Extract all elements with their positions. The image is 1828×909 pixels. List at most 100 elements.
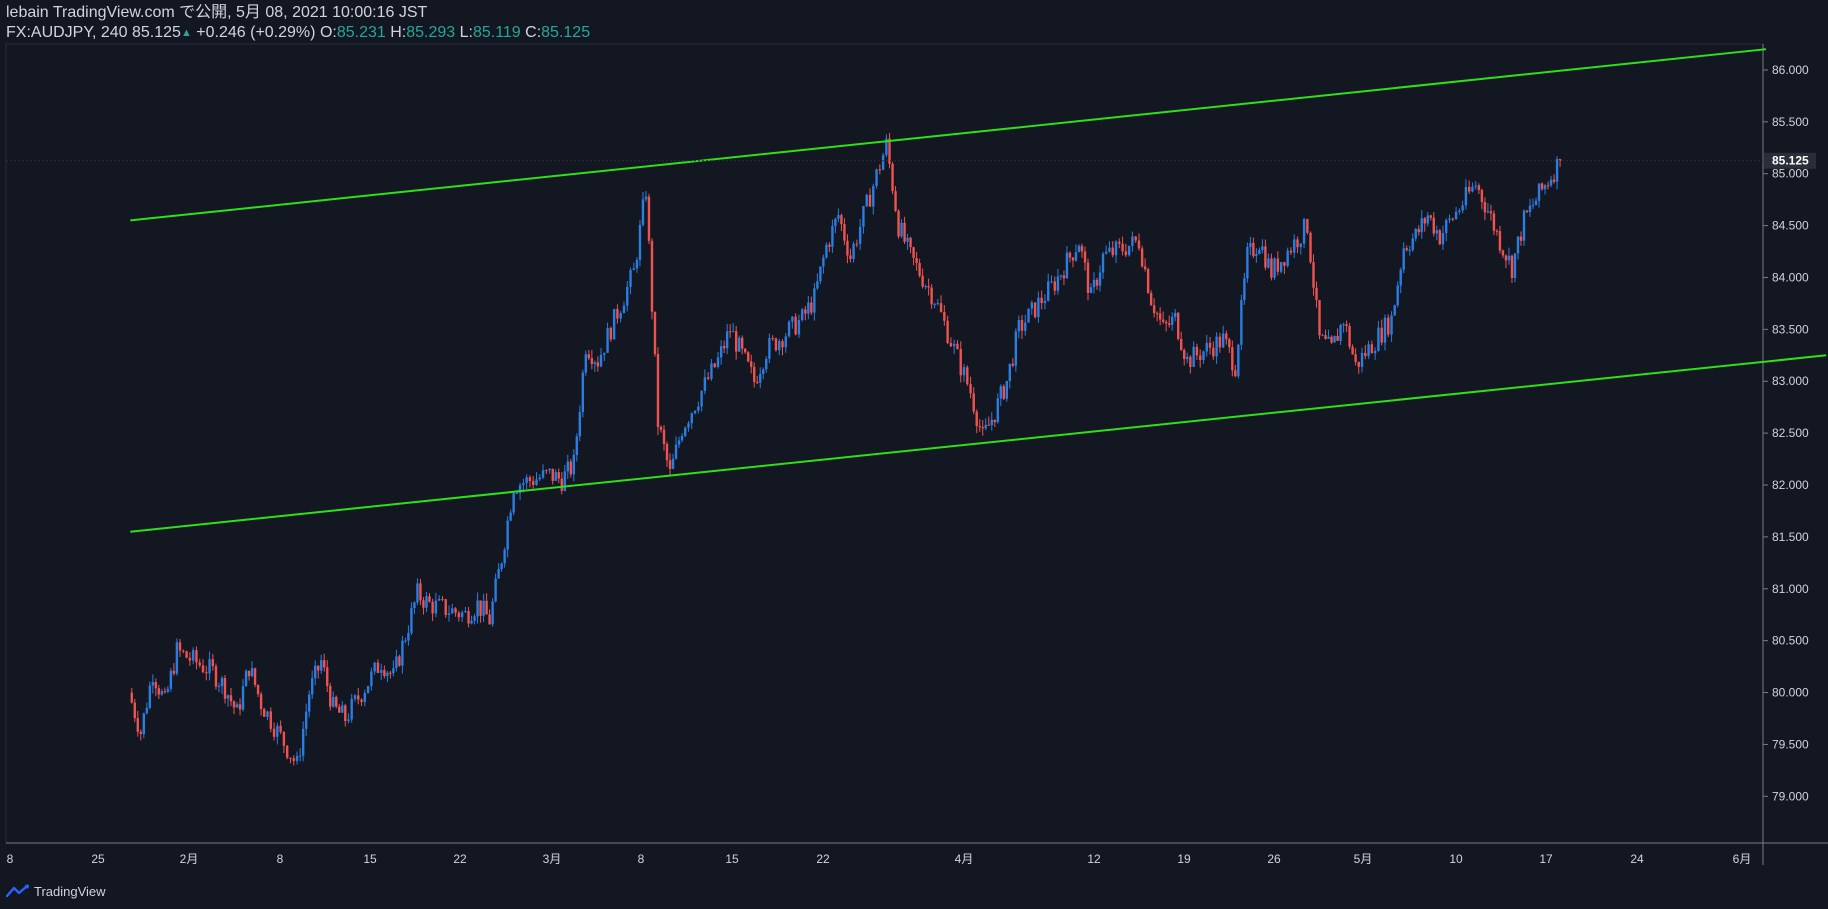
- candle-body: [1170, 316, 1174, 325]
- candle-body: [338, 706, 341, 713]
- candle-body: [984, 424, 987, 429]
- price-tick-label: 79.500: [1772, 737, 1809, 751]
- candle-body: [548, 468, 551, 471]
- candle-body: [232, 701, 236, 708]
- candle-body: [1458, 210, 1461, 212]
- candle-body: [269, 711, 272, 729]
- candle-body: [1534, 200, 1538, 206]
- candle-body: [191, 650, 195, 661]
- candle-body: [731, 331, 735, 333]
- candle-body: [647, 196, 651, 241]
- current-price-label-text: 85.125: [1772, 154, 1809, 168]
- candle-body: [383, 669, 386, 677]
- candle-body: [223, 678, 227, 699]
- candle-body: [201, 665, 205, 673]
- candle-body: [250, 668, 254, 677]
- candle-body: [563, 471, 566, 491]
- candle-body: [1114, 241, 1118, 256]
- candle-body: [1339, 324, 1342, 341]
- candle-body: [1011, 363, 1015, 366]
- candle-body: [578, 412, 582, 437]
- candle-body: [1124, 251, 1128, 256]
- candle-body: [825, 244, 828, 258]
- candle-body: [894, 191, 897, 211]
- candle-body: [437, 598, 441, 601]
- time-tick-label: 15: [363, 852, 377, 866]
- time-tick-label: 15: [725, 852, 739, 866]
- candle-body: [1137, 240, 1141, 249]
- lower-channel-line[interactable]: [130, 354, 1827, 533]
- candle-body: [862, 206, 865, 227]
- candle-body: [878, 169, 882, 171]
- candle-body: [626, 286, 629, 306]
- candle-body: [918, 262, 921, 276]
- candle-body: [990, 419, 993, 426]
- candle-body: [674, 444, 678, 459]
- candle-body: [710, 363, 713, 379]
- candle-body: [753, 366, 756, 382]
- price-chart[interactable]: 79.000 79.500 80.000 80.500 81.000 81.500 82.0…: [0, 0, 1828, 909]
- candle-body: [1414, 228, 1417, 239]
- candle-body: [1531, 205, 1535, 207]
- candle-body: [668, 460, 672, 469]
- time-axis[interactable]: 8 25 2月 8 15 22 3月 8 15 22 4月 12 19 26 5月 10 17 24 6月: [7, 852, 1752, 866]
- candle-body: [1354, 354, 1357, 362]
- publish-info: lebain TradingView.com で公開, 5月 08, 2021 …: [6, 4, 428, 21]
- candle-body: [872, 186, 875, 207]
- candle-body: [256, 684, 260, 695]
- candle-body: [1134, 236, 1137, 241]
- candle-body: [1192, 346, 1195, 367]
- candle-body: [1441, 233, 1445, 245]
- candle-body: [401, 640, 404, 666]
- candle-body: [182, 650, 185, 652]
- candle-body: [512, 493, 515, 513]
- candles-group: [130, 132, 1562, 766]
- price-axis[interactable]: 79.000 79.500 80.000 80.500 81.000 81.500 82.0…: [1763, 63, 1809, 803]
- candle-body: [1020, 320, 1024, 331]
- candle-body: [800, 309, 804, 321]
- candle-body: [398, 656, 401, 666]
- candle-body: [804, 309, 807, 314]
- price-change: +0.246 (+0.29%): [196, 24, 316, 42]
- candle-body: [360, 699, 363, 703]
- candle-body: [716, 357, 720, 368]
- candle-body: [419, 583, 422, 601]
- candle-body: [1540, 183, 1544, 190]
- candle-body: [635, 259, 639, 269]
- close-label: C:: [525, 24, 542, 42]
- symbol-label[interactable]: FX:AUDJPY, 240: [6, 24, 128, 41]
- candle-body: [1417, 228, 1420, 233]
- candle-body: [969, 384, 972, 394]
- candle-body: [1228, 339, 1231, 348]
- candle-body: [1299, 243, 1302, 248]
- tradingview-footer[interactable]: TradingView: [6, 880, 106, 902]
- channel-lines[interactable]: [130, 48, 1827, 533]
- candle-body: [810, 302, 813, 313]
- candle-body: [1387, 317, 1390, 335]
- candle-body: [952, 343, 956, 347]
- candle-body: [198, 662, 201, 666]
- candle-body: [139, 731, 143, 735]
- candle-body: [1283, 262, 1286, 266]
- candle-body: [693, 410, 697, 414]
- candle-body: [238, 704, 242, 710]
- candle-body: [447, 613, 451, 615]
- candle-body: [737, 337, 741, 352]
- candle-body: [1296, 239, 1299, 248]
- candle-body: [1345, 324, 1348, 326]
- candle-body: [470, 620, 473, 624]
- price-tick-label: 83.000: [1772, 374, 1809, 388]
- candle-body: [1234, 370, 1237, 377]
- candle-body: [1451, 218, 1454, 220]
- time-tick-label: 22: [816, 852, 830, 866]
- upper-channel-line[interactable]: [130, 48, 1767, 222]
- candle-body: [924, 286, 927, 288]
- candle-body: [778, 341, 781, 351]
- candle-body: [1005, 381, 1009, 399]
- candle-body: [939, 303, 943, 312]
- candle-body: [616, 309, 619, 319]
- candle-body: [734, 331, 738, 352]
- candle-body: [1286, 250, 1289, 266]
- candle-body: [1383, 317, 1387, 343]
- time-tick-label: 17: [1539, 852, 1553, 866]
